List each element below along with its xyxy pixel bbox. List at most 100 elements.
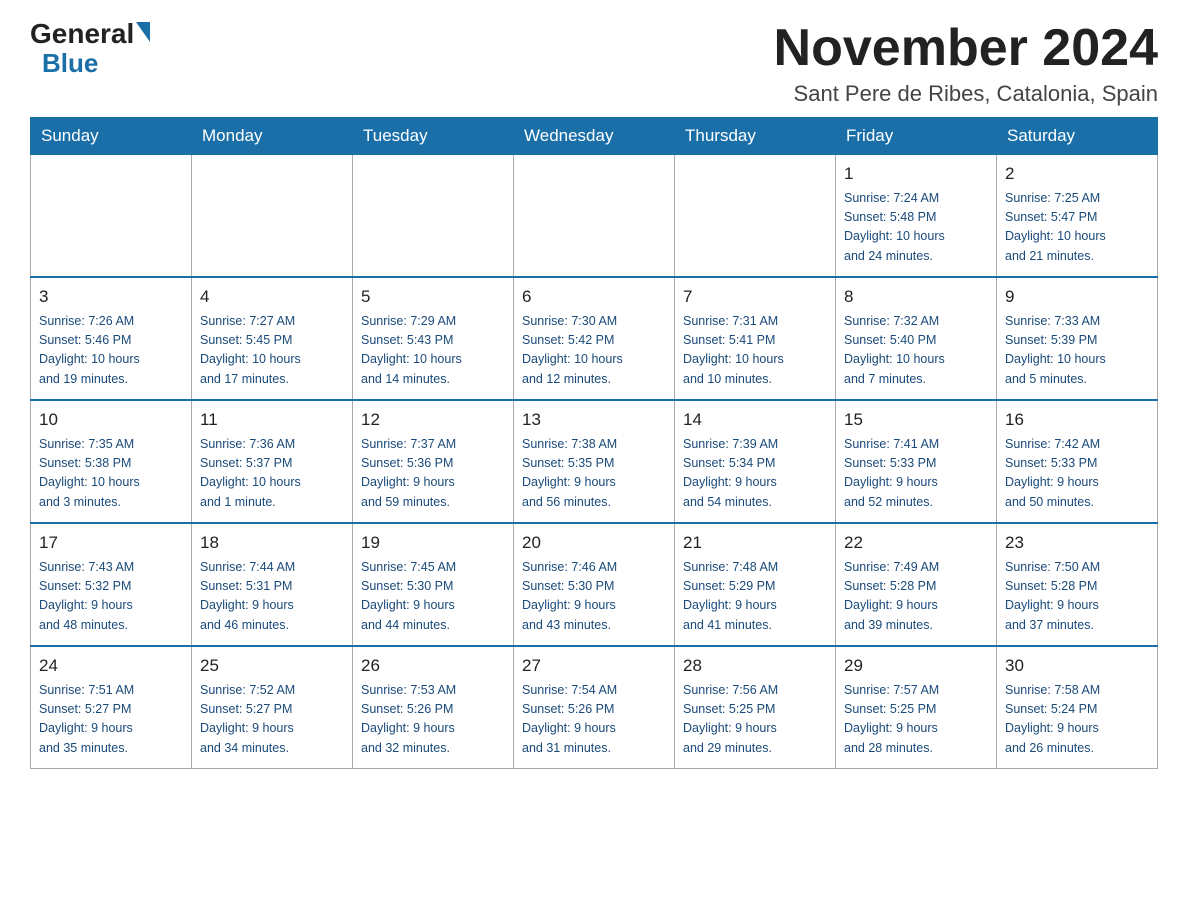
day-info: Sunrise: 7:45 AMSunset: 5:30 PMDaylight:… [361,558,505,636]
day-info: Sunrise: 7:33 AMSunset: 5:39 PMDaylight:… [1005,312,1149,390]
calendar-cell [514,155,675,278]
day-info: Sunrise: 7:51 AMSunset: 5:27 PMDaylight:… [39,681,183,759]
title-block: November 2024 Sant Pere de Ribes, Catalo… [774,20,1158,107]
calendar-cell: 30Sunrise: 7:58 AMSunset: 5:24 PMDayligh… [997,646,1158,769]
calendar-cell: 24Sunrise: 7:51 AMSunset: 5:27 PMDayligh… [31,646,192,769]
calendar-cell: 13Sunrise: 7:38 AMSunset: 5:35 PMDayligh… [514,400,675,523]
month-title: November 2024 [774,20,1158,77]
calendar-cell [31,155,192,278]
day-number: 28 [683,653,827,679]
day-info: Sunrise: 7:39 AMSunset: 5:34 PMDaylight:… [683,435,827,513]
logo: General Blue [30,20,150,79]
day-number: 2 [1005,161,1149,187]
day-number: 13 [522,407,666,433]
calendar-cell: 25Sunrise: 7:52 AMSunset: 5:27 PMDayligh… [192,646,353,769]
day-number: 17 [39,530,183,556]
day-info: Sunrise: 7:25 AMSunset: 5:47 PMDaylight:… [1005,189,1149,267]
day-number: 21 [683,530,827,556]
calendar-cell: 18Sunrise: 7:44 AMSunset: 5:31 PMDayligh… [192,523,353,646]
calendar-table: SundayMondayTuesdayWednesdayThursdayFrid… [30,117,1158,769]
day-number: 23 [1005,530,1149,556]
day-info: Sunrise: 7:52 AMSunset: 5:27 PMDaylight:… [200,681,344,759]
day-number: 3 [39,284,183,310]
logo-triangle-icon [136,22,150,42]
weekday-header-saturday: Saturday [997,118,1158,155]
day-number: 22 [844,530,988,556]
calendar-cell: 7Sunrise: 7:31 AMSunset: 5:41 PMDaylight… [675,277,836,400]
day-number: 4 [200,284,344,310]
day-info: Sunrise: 7:53 AMSunset: 5:26 PMDaylight:… [361,681,505,759]
day-number: 15 [844,407,988,433]
day-info: Sunrise: 7:29 AMSunset: 5:43 PMDaylight:… [361,312,505,390]
day-info: Sunrise: 7:38 AMSunset: 5:35 PMDaylight:… [522,435,666,513]
day-number: 14 [683,407,827,433]
calendar-cell: 15Sunrise: 7:41 AMSunset: 5:33 PMDayligh… [836,400,997,523]
day-number: 7 [683,284,827,310]
day-info: Sunrise: 7:56 AMSunset: 5:25 PMDaylight:… [683,681,827,759]
calendar-cell: 6Sunrise: 7:30 AMSunset: 5:42 PMDaylight… [514,277,675,400]
calendar-cell: 20Sunrise: 7:46 AMSunset: 5:30 PMDayligh… [514,523,675,646]
calendar-cell: 1Sunrise: 7:24 AMSunset: 5:48 PMDaylight… [836,155,997,278]
day-info: Sunrise: 7:35 AMSunset: 5:38 PMDaylight:… [39,435,183,513]
day-number: 10 [39,407,183,433]
day-number: 9 [1005,284,1149,310]
calendar-week-row: 17Sunrise: 7:43 AMSunset: 5:32 PMDayligh… [31,523,1158,646]
calendar-cell: 27Sunrise: 7:54 AMSunset: 5:26 PMDayligh… [514,646,675,769]
calendar-cell [675,155,836,278]
calendar-cell: 9Sunrise: 7:33 AMSunset: 5:39 PMDaylight… [997,277,1158,400]
calendar-cell: 16Sunrise: 7:42 AMSunset: 5:33 PMDayligh… [997,400,1158,523]
day-info: Sunrise: 7:49 AMSunset: 5:28 PMDaylight:… [844,558,988,636]
day-info: Sunrise: 7:27 AMSunset: 5:45 PMDaylight:… [200,312,344,390]
day-number: 8 [844,284,988,310]
calendar-cell [192,155,353,278]
calendar-cell: 8Sunrise: 7:32 AMSunset: 5:40 PMDaylight… [836,277,997,400]
day-info: Sunrise: 7:42 AMSunset: 5:33 PMDaylight:… [1005,435,1149,513]
calendar-week-row: 1Sunrise: 7:24 AMSunset: 5:48 PMDaylight… [31,155,1158,278]
calendar-cell: 22Sunrise: 7:49 AMSunset: 5:28 PMDayligh… [836,523,997,646]
logo-blue-text: Blue [42,48,98,79]
weekday-header-thursday: Thursday [675,118,836,155]
day-info: Sunrise: 7:37 AMSunset: 5:36 PMDaylight:… [361,435,505,513]
day-number: 30 [1005,653,1149,679]
day-number: 19 [361,530,505,556]
day-number: 20 [522,530,666,556]
logo-general-text: General [30,20,134,48]
calendar-cell: 5Sunrise: 7:29 AMSunset: 5:43 PMDaylight… [353,277,514,400]
calendar-cell: 21Sunrise: 7:48 AMSunset: 5:29 PMDayligh… [675,523,836,646]
weekday-header-wednesday: Wednesday [514,118,675,155]
day-number: 26 [361,653,505,679]
weekday-header-friday: Friday [836,118,997,155]
weekday-header-monday: Monday [192,118,353,155]
day-info: Sunrise: 7:30 AMSunset: 5:42 PMDaylight:… [522,312,666,390]
day-info: Sunrise: 7:50 AMSunset: 5:28 PMDaylight:… [1005,558,1149,636]
calendar-cell: 10Sunrise: 7:35 AMSunset: 5:38 PMDayligh… [31,400,192,523]
day-info: Sunrise: 7:57 AMSunset: 5:25 PMDaylight:… [844,681,988,759]
calendar-cell: 19Sunrise: 7:45 AMSunset: 5:30 PMDayligh… [353,523,514,646]
location-text: Sant Pere de Ribes, Catalonia, Spain [774,81,1158,107]
calendar-cell: 12Sunrise: 7:37 AMSunset: 5:36 PMDayligh… [353,400,514,523]
day-info: Sunrise: 7:48 AMSunset: 5:29 PMDaylight:… [683,558,827,636]
day-info: Sunrise: 7:58 AMSunset: 5:24 PMDaylight:… [1005,681,1149,759]
day-number: 1 [844,161,988,187]
calendar-cell: 28Sunrise: 7:56 AMSunset: 5:25 PMDayligh… [675,646,836,769]
calendar-cell: 11Sunrise: 7:36 AMSunset: 5:37 PMDayligh… [192,400,353,523]
calendar-cell: 2Sunrise: 7:25 AMSunset: 5:47 PMDaylight… [997,155,1158,278]
calendar-cell: 4Sunrise: 7:27 AMSunset: 5:45 PMDaylight… [192,277,353,400]
day-info: Sunrise: 7:26 AMSunset: 5:46 PMDaylight:… [39,312,183,390]
day-number: 18 [200,530,344,556]
calendar-week-row: 3Sunrise: 7:26 AMSunset: 5:46 PMDaylight… [31,277,1158,400]
day-number: 24 [39,653,183,679]
calendar-cell [353,155,514,278]
calendar-cell: 17Sunrise: 7:43 AMSunset: 5:32 PMDayligh… [31,523,192,646]
calendar-week-row: 24Sunrise: 7:51 AMSunset: 5:27 PMDayligh… [31,646,1158,769]
day-info: Sunrise: 7:46 AMSunset: 5:30 PMDaylight:… [522,558,666,636]
day-number: 27 [522,653,666,679]
day-number: 29 [844,653,988,679]
day-info: Sunrise: 7:41 AMSunset: 5:33 PMDaylight:… [844,435,988,513]
day-info: Sunrise: 7:36 AMSunset: 5:37 PMDaylight:… [200,435,344,513]
page-header: General Blue November 2024 Sant Pere de … [30,20,1158,107]
day-number: 16 [1005,407,1149,433]
day-info: Sunrise: 7:24 AMSunset: 5:48 PMDaylight:… [844,189,988,267]
calendar-cell: 23Sunrise: 7:50 AMSunset: 5:28 PMDayligh… [997,523,1158,646]
day-number: 6 [522,284,666,310]
